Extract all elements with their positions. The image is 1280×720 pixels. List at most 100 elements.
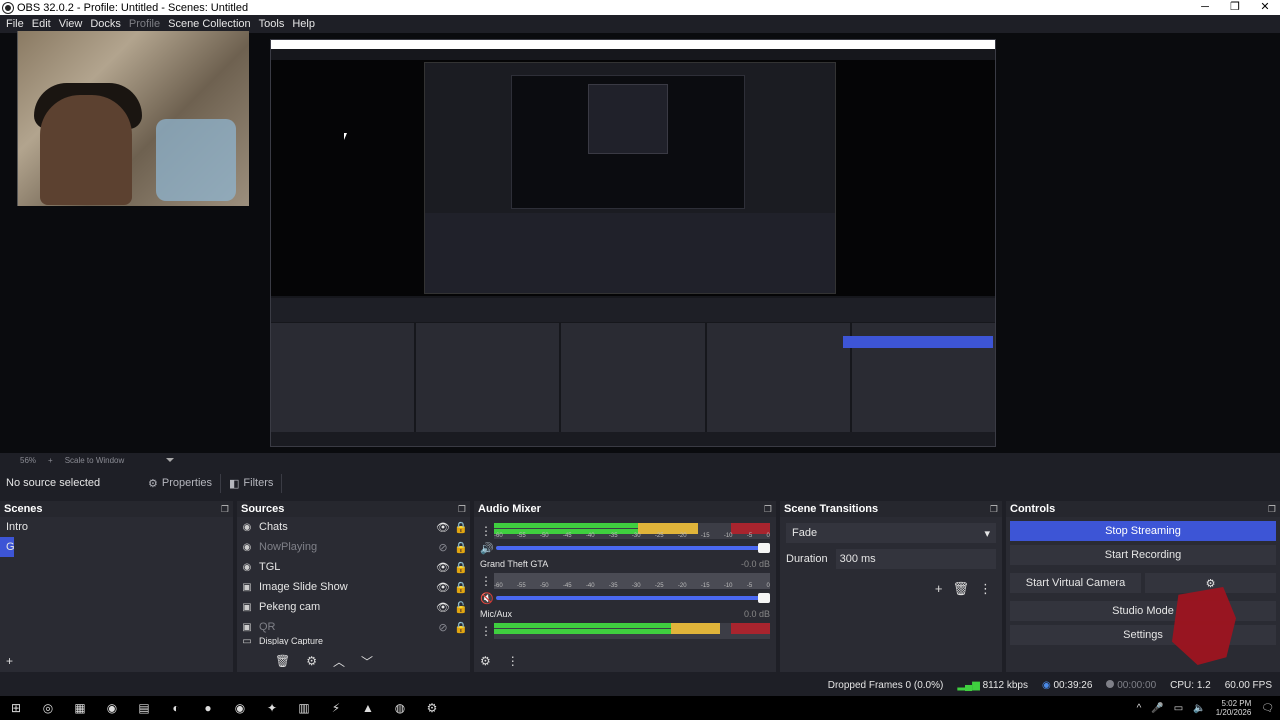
zoom-level[interactable]: 56% [20,456,36,465]
volume-slider[interactable] [496,593,770,603]
app-icon[interactable]: ◍ [390,698,410,718]
source-row-image-slide-show[interactable]: ▣ Image Slide Show 👁 🔒 [237,577,470,597]
gear-icon[interactable]: ⚙ [306,654,317,668]
float-dock-icon[interactable]: ❐ [458,504,466,515]
eye-icon[interactable]: 👁 [434,561,452,574]
add-scene-icon[interactable]: + [6,654,13,668]
scale-mode[interactable]: Scale to Window [65,456,125,465]
float-dock-icon[interactable]: ❐ [764,504,772,515]
app-icon[interactable]: ⚡ [326,698,346,718]
network-icon[interactable]: ▭ [1174,703,1183,714]
source-row-tgl[interactable]: ◉ TGL 👁 🔒 [237,557,470,577]
app-icon[interactable]: ◉ [102,698,122,718]
scene-item-intro[interactable]: Intro [0,517,233,537]
unlock-icon[interactable]: 🔓 [452,601,470,614]
microphone-icon[interactable]: 🎤 [1151,703,1163,714]
image-icon: ▣ [242,621,252,633]
add-transition-icon[interactable]: + [935,581,943,597]
close-button[interactable]: ✕ [1250,0,1280,15]
mixer-menu-icon[interactable]: ⋮ [507,654,519,668]
channel-menu-icon[interactable]: ⋮ [480,574,492,588]
meter-ticks: -60 -55 -50 -45 -40 -35 -30 -25 -20 -15 -10 -5 0 [494,533,770,539]
webcam-face [40,95,132,205]
zoom-add-icon[interactable]: + [48,456,53,465]
slider-knob[interactable] [758,543,770,553]
menu-help[interactable]: Help [290,18,321,30]
stop-streaming-button[interactable]: Stop Streaming [1010,521,1276,541]
chrome-icon[interactable]: ◎ [38,698,58,718]
nested-menu-bar [271,49,995,58]
notification-icon[interactable]: 🗨 [1261,703,1274,714]
filters-button[interactable]: ◧ Filters [221,473,283,493]
move-down-icon[interactable]: ﹀ [361,653,373,670]
chevron-up-icon[interactable]: ^ [1137,703,1142,714]
browser-icon: ◉ [242,521,252,533]
lock-icon[interactable]: 🔒 [452,521,470,534]
stream-icon: ◉ [1041,679,1051,691]
float-dock-icon[interactable]: ❐ [990,504,998,515]
transition-menu-icon[interactable]: ⋮ [979,581,992,597]
menu-edit[interactable]: Edit [30,18,57,30]
meter-red [731,623,770,634]
app-icon[interactable]: ▦ [70,698,90,718]
source-row-display-capture[interactable]: ▭ Display Capture [237,637,470,645]
minimize-button[interactable]: ─ [1190,0,1220,15]
volume-icon[interactable]: 🔈 [1193,703,1205,714]
source-row-qr[interactable]: ▣ QR ⊘ 🔒 [237,617,470,637]
speaker-icon[interactable]: 🔊 [480,542,494,555]
app-icon[interactable]: ◐ [166,698,186,718]
settings-button[interactable]: Settings [1010,625,1276,645]
trash-icon[interactable]: 🗑 [275,654,290,668]
app-icon[interactable]: ▥ [294,698,314,718]
menu-docks[interactable]: Docks [88,18,127,30]
menu-profile[interactable]: Profile [127,18,166,30]
record-dot-icon [1106,679,1115,688]
float-dock-icon[interactable]: ❐ [1268,504,1276,515]
virtual-camera-row: Start Virtual Camera ⚙ [1006,569,1280,597]
app-icon[interactable]: ▤ [134,698,154,718]
menu-view[interactable]: View [57,18,89,30]
muted-speaker-icon[interactable]: 🔇 [480,592,494,605]
lock-icon[interactable]: 🔒 [452,621,470,634]
trash-icon[interactable]: 🗑 [952,581,969,597]
app-icon[interactable]: ✦ [262,698,282,718]
source-row-nowplaying[interactable]: ◉ NowPlaying ⊘ 🔒 [237,537,470,557]
clock[interactable]: 5:02 PM 1/20/2026 [1216,699,1252,717]
source-row-chats[interactable]: ◉ Chats 👁 🔒 [237,517,470,537]
settings-icon[interactable]: ⚙ [422,698,442,718]
move-up-icon[interactable]: ︿ [333,653,345,670]
menu-tools[interactable]: Tools [257,18,291,30]
menu-file[interactable]: File [4,18,30,30]
menu-scene-collection[interactable]: Scene Collection [166,18,257,30]
properties-button[interactable]: ⚙ Properties [140,473,222,493]
windows-start-icon[interactable]: ⊞ [6,698,26,718]
transition-select[interactable]: Fade ▾ [786,523,996,543]
float-dock-icon[interactable]: ❐ [221,504,229,515]
chevron-down-icon[interactable] [166,458,175,462]
nested-mixer-panel [561,323,705,433]
eye-hidden-icon[interactable]: ⊘ [434,621,452,634]
restore-button[interactable]: ❐ [1220,0,1250,15]
obs-icon[interactable]: ● [198,698,218,718]
duration-input[interactable]: 300 ms [835,549,996,569]
app-icon[interactable]: ▲ [358,698,378,718]
eye-hidden-icon[interactable]: ⊘ [434,541,452,554]
lock-icon[interactable]: 🔒 [452,541,470,554]
channel-menu-icon[interactable]: ⋮ [480,524,492,538]
slider-knob[interactable] [758,593,770,603]
studio-mode-button[interactable]: Studio Mode [1010,601,1276,621]
source-row-pekeng-cam[interactable]: ▣ Pekeng cam 👁 🔓 [237,597,470,617]
lock-icon[interactable]: 🔒 [452,581,470,594]
eye-icon[interactable]: 👁 [434,581,452,594]
start-recording-button[interactable]: Start Recording [1010,545,1276,565]
lock-icon[interactable]: 🔒 [452,561,470,574]
nested-stop-streaming [843,336,993,348]
channel-menu-icon[interactable]: ⋮ [480,624,492,638]
eye-icon[interactable]: 👁 [434,521,452,534]
spotify-icon[interactable]: ◉ [230,698,250,718]
start-virtual-camera-button[interactable]: Start Virtual Camera [1010,573,1141,593]
eye-icon[interactable]: 👁 [434,601,452,614]
volume-slider[interactable] [496,543,770,553]
advanced-audio-icon[interactable]: ⚙ [480,654,491,668]
scene-item-gt[interactable]: GT [0,537,14,557]
